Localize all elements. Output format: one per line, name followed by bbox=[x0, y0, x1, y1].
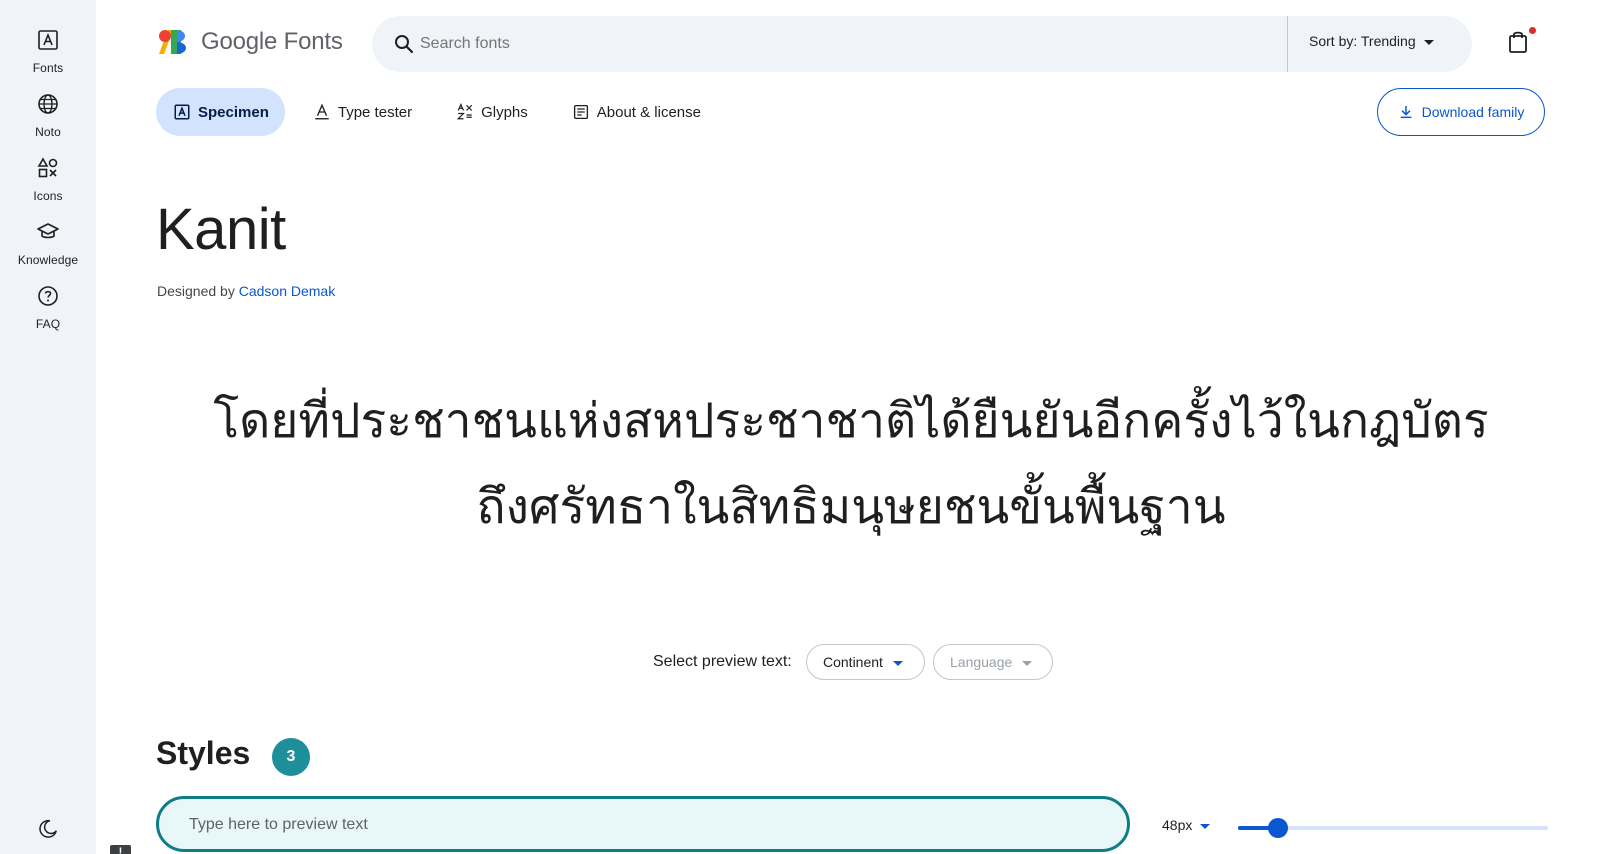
tab-label: Specimen bbox=[198, 103, 269, 121]
caret-down-icon bbox=[1200, 817, 1211, 833]
download-family-label: Download family bbox=[1421, 104, 1525, 120]
navigation-rail: Fonts Noto Icons Knowledge FAQ bbox=[0, 0, 96, 854]
search-icon bbox=[392, 32, 416, 61]
language-label: Language bbox=[950, 654, 1013, 670]
rail-item-faq[interactable]: FAQ bbox=[0, 282, 96, 331]
search-bar: Sort by: Trending bbox=[372, 16, 1472, 72]
rail-item-fonts[interactable]: Fonts bbox=[0, 26, 96, 75]
graduation-cap-icon bbox=[34, 218, 62, 246]
preview-text-input[interactable] bbox=[189, 813, 1089, 837]
slider-thumb[interactable] bbox=[1268, 818, 1289, 838]
select-preview-label: Select preview text: bbox=[653, 653, 792, 670]
tab-glyphs[interactable]: Glyphs bbox=[439, 88, 544, 136]
caret-down-icon bbox=[892, 654, 903, 670]
font-size-dropdown[interactable]: 48px bbox=[1162, 817, 1211, 833]
continent-label: Continent bbox=[823, 654, 883, 670]
preview-line: โดยที่ประชาชนแห่งสหประชาชาติได้ยืนยันอีก… bbox=[213, 393, 1489, 449]
google-fonts-logo-icon bbox=[159, 30, 186, 54]
download-family-button[interactable]: Download family bbox=[1377, 88, 1545, 136]
search-input[interactable] bbox=[420, 26, 1240, 62]
rail-item-noto[interactable]: Noto bbox=[0, 90, 96, 139]
search-divider bbox=[1287, 16, 1288, 72]
rail-label-fonts: Fonts bbox=[32, 61, 64, 75]
tab-label: About & license bbox=[596, 103, 701, 121]
feedback-icon[interactable]: ! bbox=[110, 845, 131, 854]
tab-label: Type tester bbox=[337, 103, 413, 121]
rail-label-knowledge: Knowledge bbox=[17, 253, 79, 267]
type-tester-icon bbox=[312, 102, 332, 122]
tab-about-license[interactable]: About & license bbox=[555, 88, 717, 136]
styles-count-badge: 3 bbox=[272, 738, 310, 776]
rail-label-icons: Icons bbox=[33, 189, 63, 203]
glyphs-icon bbox=[455, 102, 475, 122]
preview-text-selector: Select preview text: Continent Language bbox=[0, 644, 1600, 680]
designer-link[interactable]: Cadson Demak bbox=[239, 283, 336, 299]
sort-label: Sort by: Trending bbox=[1309, 33, 1416, 49]
sort-dropdown[interactable]: Sort by: Trending bbox=[1309, 33, 1434, 49]
preview-text-field bbox=[156, 796, 1130, 852]
shapes-icon bbox=[34, 154, 62, 182]
help-circle-icon bbox=[34, 282, 62, 310]
font-size-slider[interactable] bbox=[1238, 818, 1548, 838]
language-dropdown[interactable]: Language bbox=[933, 644, 1053, 680]
designer-line: Designed by Cadson Demak bbox=[157, 283, 335, 299]
font-icon bbox=[34, 26, 62, 54]
tab-specimen[interactable]: Specimen bbox=[156, 88, 285, 136]
globe-icon bbox=[34, 90, 62, 118]
continent-dropdown[interactable]: Continent bbox=[806, 644, 925, 680]
notification-dot bbox=[1529, 27, 1536, 34]
rail-item-icons[interactable]: Icons bbox=[0, 154, 96, 203]
logo-text: Google Fonts bbox=[201, 28, 343, 55]
about-icon bbox=[571, 102, 591, 122]
rail-item-knowledge[interactable]: Knowledge bbox=[0, 218, 96, 267]
styles-heading: Styles bbox=[156, 735, 251, 771]
preview-line: ถึงศรัทธาในสิทธิมนุษยชนขั้นพื้นฐาน bbox=[476, 479, 1226, 535]
designed-by-prefix: Designed by bbox=[157, 283, 235, 299]
moon-icon[interactable] bbox=[34, 815, 62, 843]
tab-label: Glyphs bbox=[481, 103, 528, 121]
preview-text: โดยที่ประชาชนแห่งสหประชาชาติได้ยืนยันอีก… bbox=[156, 378, 1546, 550]
shopping-bag-icon[interactable] bbox=[1508, 30, 1532, 58]
google-fonts-logo[interactable]: Google Fonts bbox=[157, 28, 343, 56]
caret-down-icon bbox=[1022, 654, 1033, 670]
tab-type-tester[interactable]: Type tester bbox=[296, 88, 428, 136]
specimen-icon bbox=[172, 102, 192, 122]
specimen-tabs: Specimen Type tester Glyphs About & lice… bbox=[156, 88, 728, 136]
rail-label-faq: FAQ bbox=[35, 317, 61, 331]
font-family-title: Kanit bbox=[156, 197, 286, 262]
download-icon bbox=[1398, 104, 1414, 120]
caret-down-icon bbox=[1423, 33, 1434, 49]
font-size-label: 48px bbox=[1162, 817, 1193, 833]
rail-label-noto: Noto bbox=[35, 125, 61, 139]
